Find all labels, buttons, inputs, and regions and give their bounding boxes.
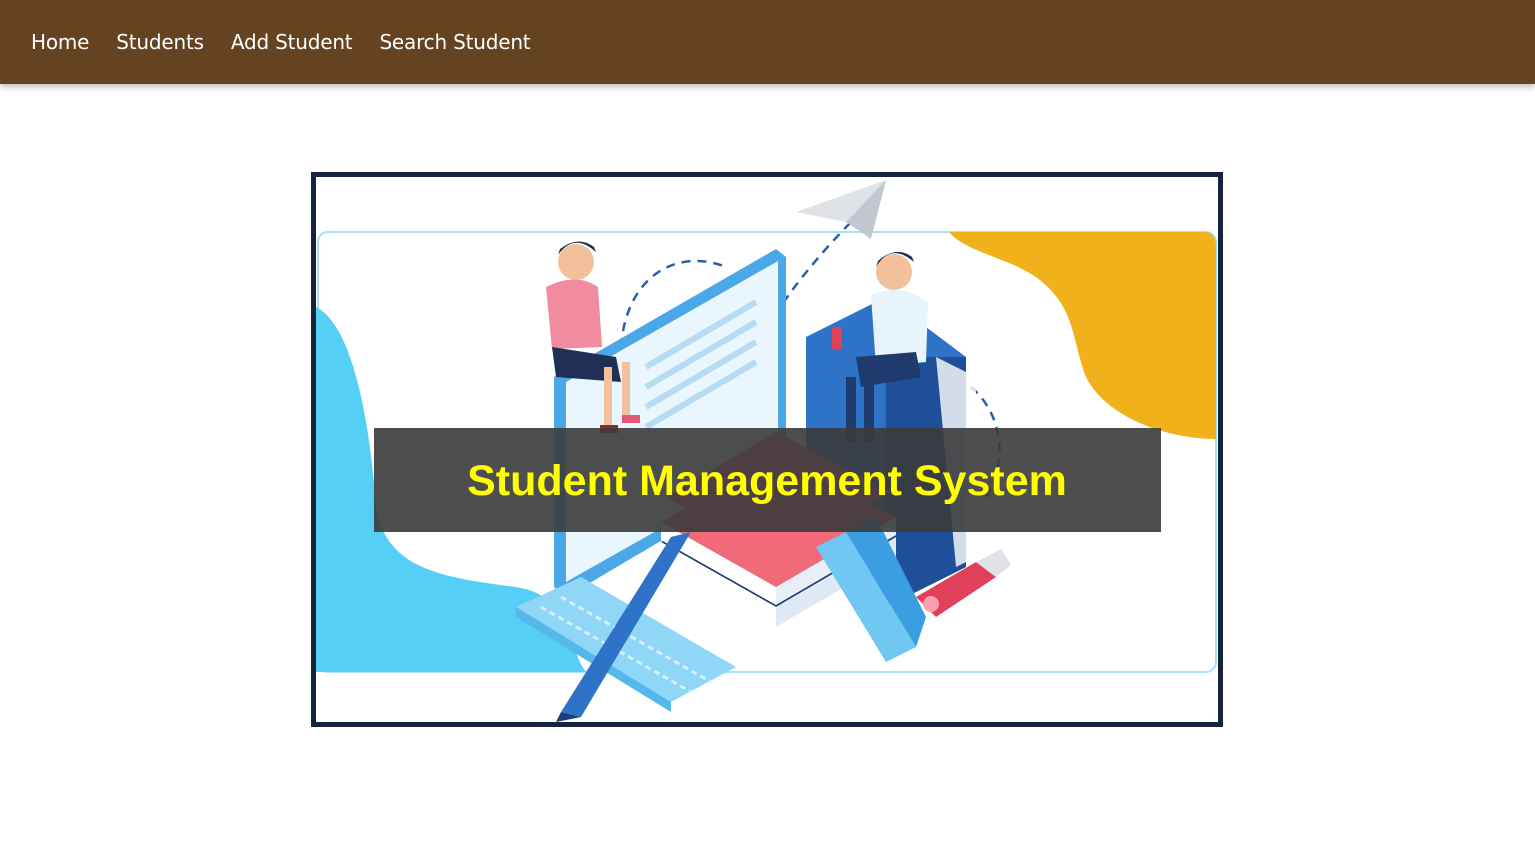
nav-home-link[interactable]: Home xyxy=(31,30,89,54)
top-navbar: Home Students Add Student Search Student xyxy=(0,0,1535,84)
hero-illustration: Student Management System xyxy=(316,180,1217,722)
yellow-blob-shape xyxy=(949,232,1216,439)
hero-title: Student Management System xyxy=(467,457,1067,505)
hero-banner-image: Student Management System xyxy=(311,172,1223,727)
paper-plane-icon xyxy=(796,180,886,239)
nav-students-link[interactable]: Students xyxy=(116,30,204,54)
nav-search-student-link[interactable]: Search Student xyxy=(379,30,530,54)
nav-add-student-link[interactable]: Add Student xyxy=(231,30,353,54)
